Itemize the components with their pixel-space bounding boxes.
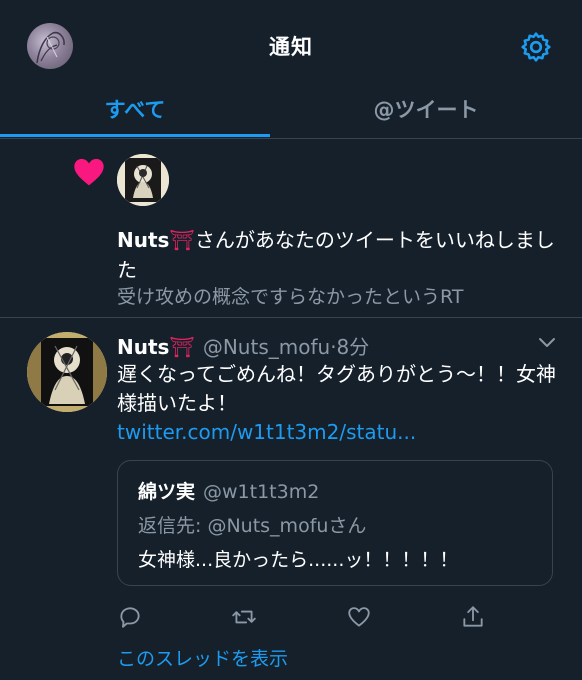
torii-emoji: ⛩ (169, 228, 195, 252)
author-name[interactable]: Nuts (117, 335, 169, 359)
author-handle[interactable]: @Nuts_mofu (203, 335, 330, 359)
reply-prefix: 返信先: (138, 515, 208, 537)
tweet-header: Nuts⛩ @Nuts_mofu·8分 (117, 331, 369, 360)
like-notification[interactable]: Nuts⛩さんがあなたのツイートをいいねしました 受け攻めの概念ですらなかったと… (0, 139, 582, 318)
tab-all[interactable]: すべて (0, 94, 270, 138)
like-icon[interactable] (346, 604, 372, 630)
author-avatar[interactable] (27, 332, 107, 412)
torii-emoji: ⛩ (169, 335, 195, 359)
tab-mentions[interactable]: @ツイート (270, 94, 582, 138)
quoted-author-name: 綿ツ実 (138, 481, 196, 503)
quoted-author-handle: @w1t1t3m2 (203, 481, 320, 503)
top-bar: 通知 (0, 0, 582, 90)
quoted-tweet[interactable]: 綿ツ実 @w1t1t3m2 返信先: @Nuts_mofuさん 女神様...良かっ… (117, 460, 553, 586)
page-title: 通知 (269, 35, 313, 59)
reply-context: 返信先: @Nuts_mofuさん (138, 511, 366, 538)
liked-tweet-preview[interactable]: 受け攻めの概念ですらなかったというRT (117, 282, 463, 309)
retweet-icon[interactable] (231, 604, 257, 630)
share-icon[interactable] (460, 604, 486, 630)
active-tab-indicator (0, 134, 270, 137)
tweet-link[interactable]: twitter.com/w1t1t3m2/statu... (117, 418, 557, 447)
reply-suffix: さん (328, 515, 367, 537)
tweet-actions (117, 604, 557, 630)
liker-name[interactable]: Nuts (117, 228, 169, 252)
reply-icon[interactable] (117, 604, 143, 630)
reply-mention[interactable]: @Nuts_mofu (207, 515, 328, 537)
chevron-down-icon[interactable] (537, 336, 557, 350)
heart-icon (74, 158, 104, 186)
tweet[interactable]: Nuts⛩ @Nuts_mofu·8分 遅くなってごめんね！タグありがとう〜！！女… (0, 318, 582, 680)
tab-bar: すべて @ツイート (0, 84, 582, 139)
tweet-text: 遅くなってごめんね！タグありがとう〜！！女神様描いたよ！ (117, 362, 556, 415)
liker-avatar[interactable] (117, 154, 169, 206)
notification-text: Nuts⛩さんがあなたのツイートをいいねしました (117, 225, 557, 285)
tweet-time: 8分 (336, 335, 370, 359)
quoted-tweet-text: 女神様...良かったら......ッ！！！！！ (138, 549, 459, 571)
show-thread-link[interactable]: このスレッドを表示 (117, 644, 288, 671)
gear-icon[interactable] (518, 29, 554, 65)
tweet-body: 遅くなってごめんね！タグありがとう〜！！女神様描いたよ！ twitter.com… (117, 360, 557, 447)
quoted-tweet-header: 綿ツ実 @w1t1t3m2 (138, 477, 319, 504)
